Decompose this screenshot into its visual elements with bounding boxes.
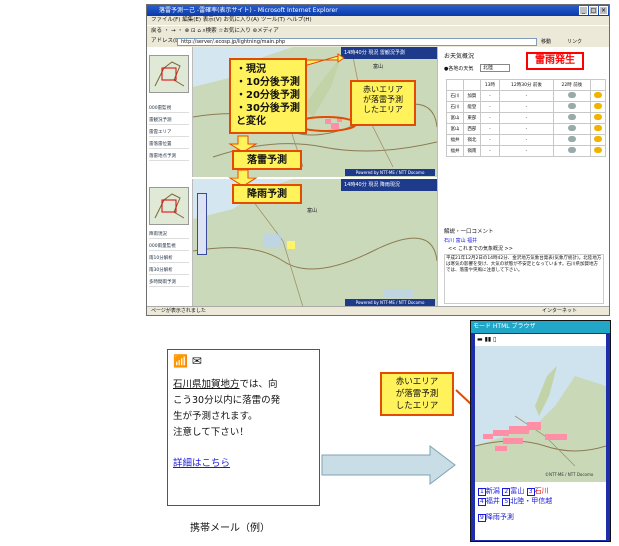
mobile-email: 📶 ✉ 石川県加賀地方では、向 こう30分以内に落雷の発 生が予測されます。 注… xyxy=(167,349,320,506)
link-number: 1 xyxy=(478,488,486,496)
link-rain-forecast[interactable]: 降雨予測 xyxy=(486,513,514,521)
link-number: 3 xyxy=(526,488,535,496)
thunder-alert-badge: 雷雨発生 xyxy=(526,52,584,70)
email-line-3: 生が予測されます。 xyxy=(173,411,258,422)
stages-callout: ・現況 ・10分後予測 ・20分後予測 ・30分後予測 と変化 xyxy=(229,58,307,134)
red-area-callout: 赤いエリア が落雷予測 したエリア xyxy=(350,80,416,126)
email-link-wrap: 詳細はこちら xyxy=(173,455,314,469)
email-status-icons: 📶 ✉ xyxy=(173,354,202,368)
email-line-1-rest: では、向 xyxy=(239,379,278,390)
phone-red-area-callout: 赤いエリア が落雷予測 したエリア xyxy=(380,372,454,416)
stage-3: ・30分後予測 xyxy=(236,103,300,114)
link-number: 4 xyxy=(478,498,486,506)
phone-map[interactable] xyxy=(475,346,606,482)
phone-status-icons: ▬ ▮▮ ▯ xyxy=(477,336,497,343)
email-line-2: こう30分以内に落雷の発 xyxy=(173,395,281,406)
stage-4: と変化 xyxy=(236,116,266,127)
email-line-4: 注意して下さい！ xyxy=(173,427,249,438)
phone-link-row-3: 9 降雨予測 xyxy=(478,512,604,522)
email-caption: 携帯メール（例） xyxy=(190,523,270,534)
link-number: 9 xyxy=(478,514,486,522)
link-ishikawa[interactable]: 石川 xyxy=(535,487,549,495)
email-region: 石川県加賀地方 xyxy=(173,379,240,390)
link-fukui[interactable]: 福井 xyxy=(486,497,500,505)
phone-screen: ▬ ▮▮ ▯ ©NTT-ME / NTT Docomo 1 新潟 2 富山 3 石川 … xyxy=(475,334,606,540)
email-line-1: 石川県加賀地方では、向 xyxy=(173,377,314,393)
link-toyama[interactable]: 富山 xyxy=(510,487,524,495)
link-niigata[interactable]: 新潟 xyxy=(486,487,500,495)
mobile-phone: モード HTML ブラウザ ▬ ▮▮ ▯ ©NTT-ME / NTT Docom… xyxy=(470,320,611,542)
phone-link-row-1: 1 新潟 2 富山 3 石川 xyxy=(478,486,604,496)
rain-forecast-label: 降雨予測 xyxy=(232,184,302,204)
link-hokuriku[interactable]: 北陸・甲信越 xyxy=(510,497,552,505)
stage-1: ・10分後予測 xyxy=(236,77,300,88)
phone-link-row-2: 4 福井 5 北陸・甲信越 xyxy=(478,496,604,506)
email-to-phone-arrow xyxy=(321,444,456,486)
stage-2: ・20分後予測 xyxy=(236,90,300,101)
details-link[interactable]: 詳細はこちら xyxy=(173,458,230,469)
stage-0: ・現況 xyxy=(236,64,266,75)
phone-browser-header: モード HTML ブラウザ xyxy=(471,321,610,333)
lightning-forecast-label: 落雷予測 xyxy=(232,150,302,170)
phone-map-credit: ©NTT-ME / NTT Docomo xyxy=(545,472,594,477)
